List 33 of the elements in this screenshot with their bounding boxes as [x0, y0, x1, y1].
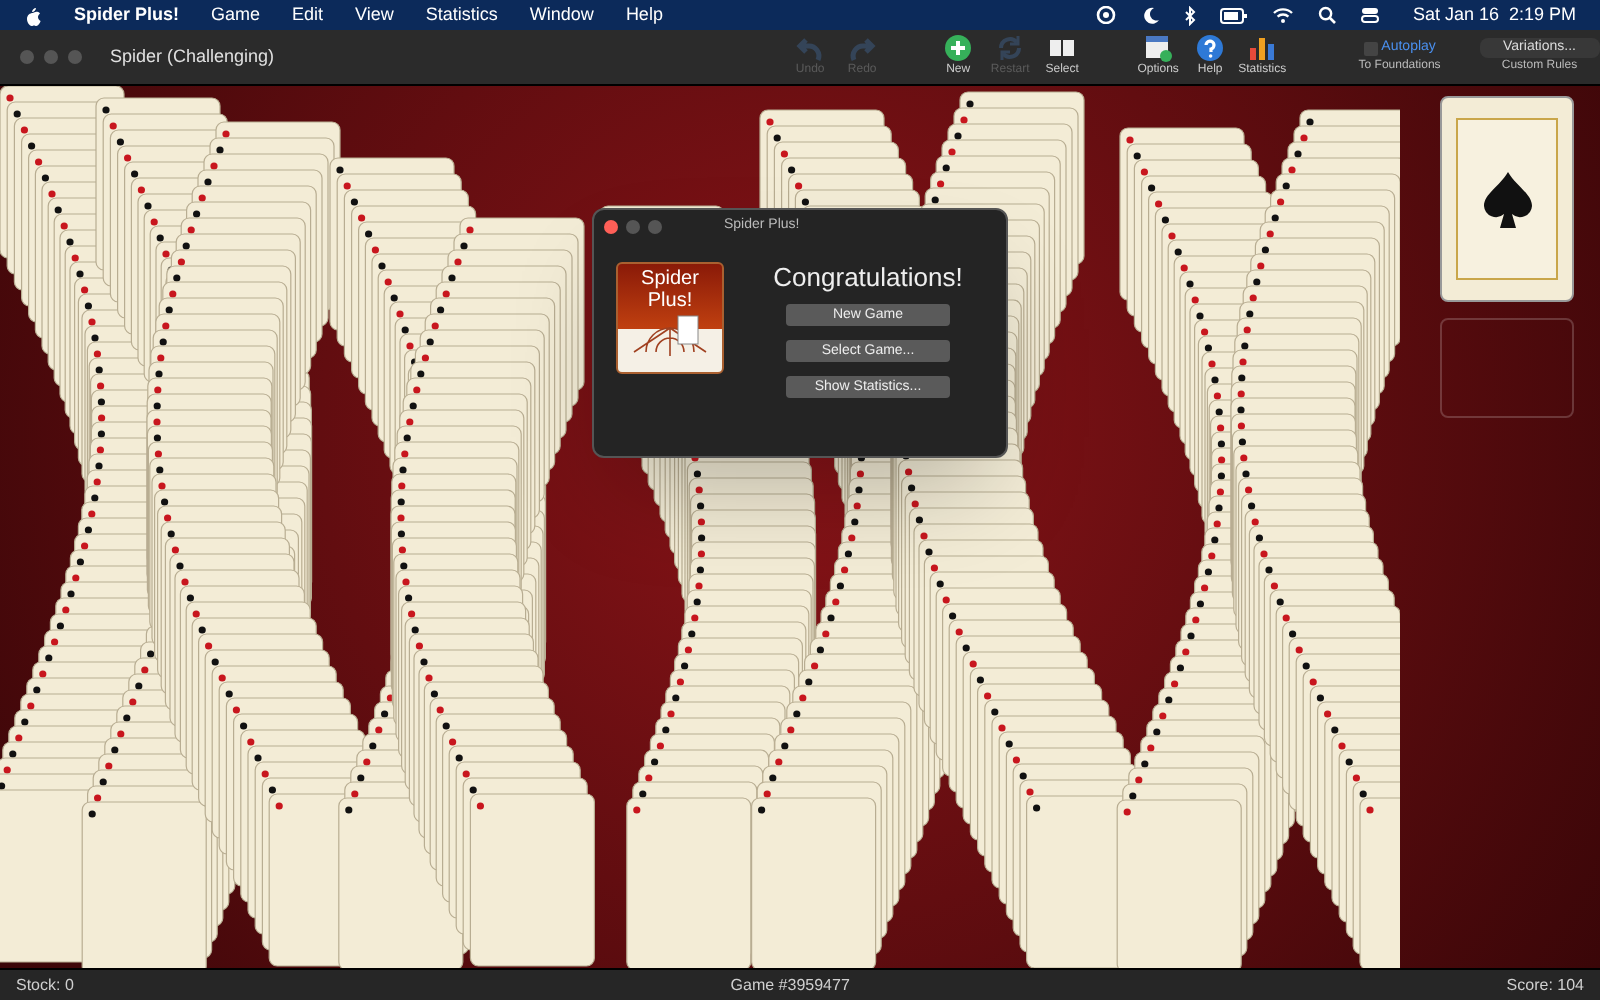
menu-item[interactable]: Statistics — [425, 1, 498, 29]
refresh-icon — [996, 34, 1025, 62]
apple-icon — [24, 5, 42, 25]
window-title: Spider (Challenging) — [110, 43, 277, 70]
help-icon — [1196, 34, 1225, 62]
empty-foundation-slot — [1440, 318, 1574, 418]
stock-count: Stock: 0 — [16, 973, 74, 997]
logo-text: Spider — [641, 268, 699, 290]
bar-chart-icon — [1248, 34, 1277, 62]
undo-icon — [796, 34, 825, 62]
dialog-heading: Congratulations! — [773, 262, 963, 294]
menu-item[interactable]: Edit — [292, 1, 324, 29]
app-menu[interactable]: Spider Plus! — [74, 1, 180, 29]
menu-item[interactable]: Help — [625, 1, 663, 29]
cards-icon — [1048, 34, 1077, 62]
search-icon — [1318, 6, 1337, 24]
moon-icon — [1142, 6, 1161, 24]
clock: Sat Jan 16 2:19 PM — [1412, 1, 1576, 28]
menu-item[interactable]: View — [355, 1, 394, 29]
bluetooth-icon — [1184, 5, 1197, 25]
redo-icon — [848, 34, 877, 62]
menu-item[interactable]: Game — [211, 1, 261, 29]
game-number: Game #3959477 — [730, 973, 850, 997]
logo-text: Plus! — [647, 290, 693, 312]
window-check-icon — [1144, 34, 1173, 62]
menu-item[interactable]: Window — [529, 1, 594, 29]
plus-icon — [944, 34, 973, 62]
control-center-icon — [1360, 6, 1381, 24]
score: Score: 104 — [1506, 973, 1584, 997]
spider-web-icon — [630, 312, 710, 356]
wifi-icon — [1272, 6, 1295, 24]
battery-icon — [1220, 7, 1249, 23]
spade-icon — [1479, 169, 1535, 229]
